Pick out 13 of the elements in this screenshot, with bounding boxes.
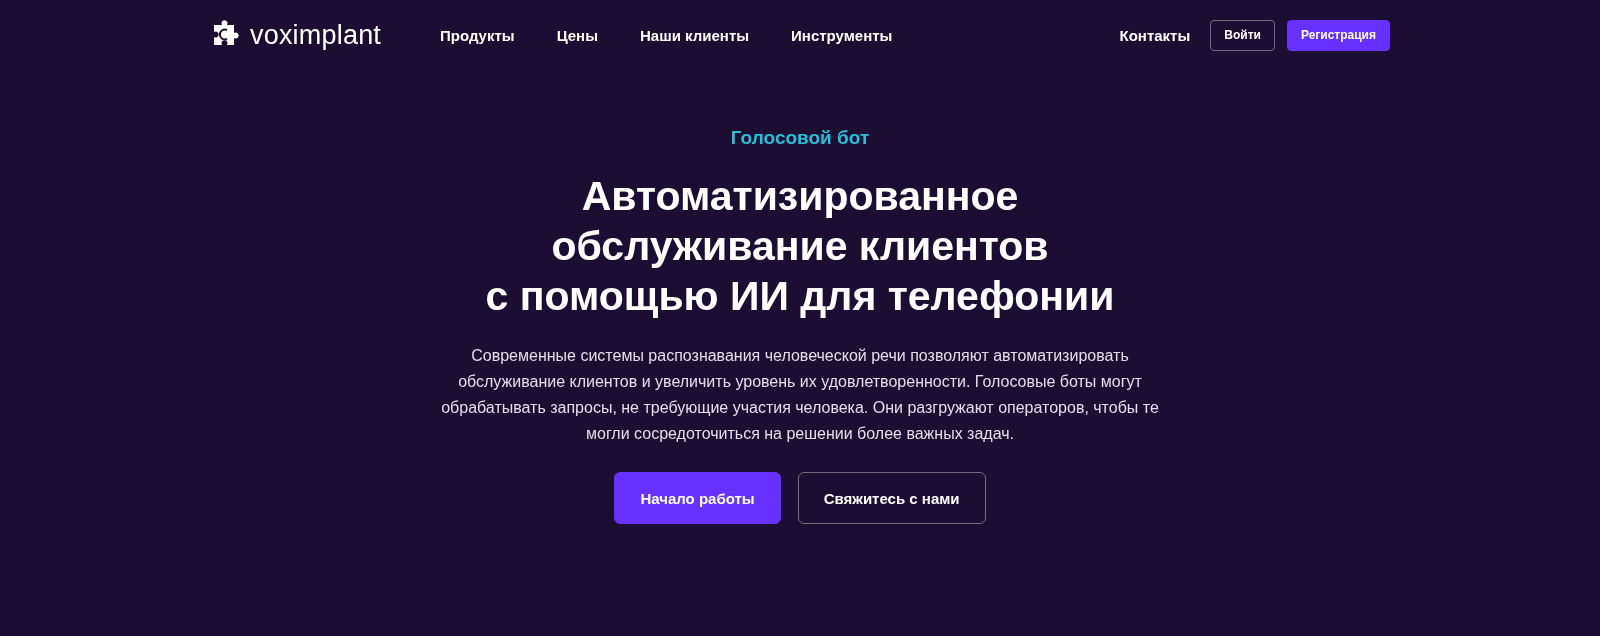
nav-link[interactable]: Наши клиенты xyxy=(640,26,750,44)
login-button[interactable]: Войти xyxy=(1210,19,1275,51)
register-button[interactable]: Регистрация xyxy=(1286,19,1390,51)
nav-link[interactable]: Инструменты xyxy=(791,26,893,44)
nav-link[interactable]: Продукты xyxy=(440,26,515,44)
eyebrow-label: Голосовой бот xyxy=(730,127,870,149)
hero-description: Современные системы распознавания человеческой речи позволяют автоматизировать обслуживание клиентов и увеличить уровень их удовлетворенности. Голосовые боты могут обрабатывать запросы, не требующие участия человека. Они разгружают операторов, чтобы те могли сосредоточиться на решении более важных задач. xyxy=(440,346,1160,444)
nav-link[interactable]: Цены xyxy=(556,26,598,44)
logo-text[interactable]: voximplant xyxy=(250,19,382,51)
start-button[interactable]: Начало работы xyxy=(614,472,781,524)
contacts-link[interactable]: Контакты xyxy=(1119,26,1191,44)
contact-button[interactable]: Свяжитесь с нами xyxy=(797,472,986,524)
hero-title: Автоматизированное обслуживание клиентов с помощью ИИ для телефонии xyxy=(485,172,1115,321)
